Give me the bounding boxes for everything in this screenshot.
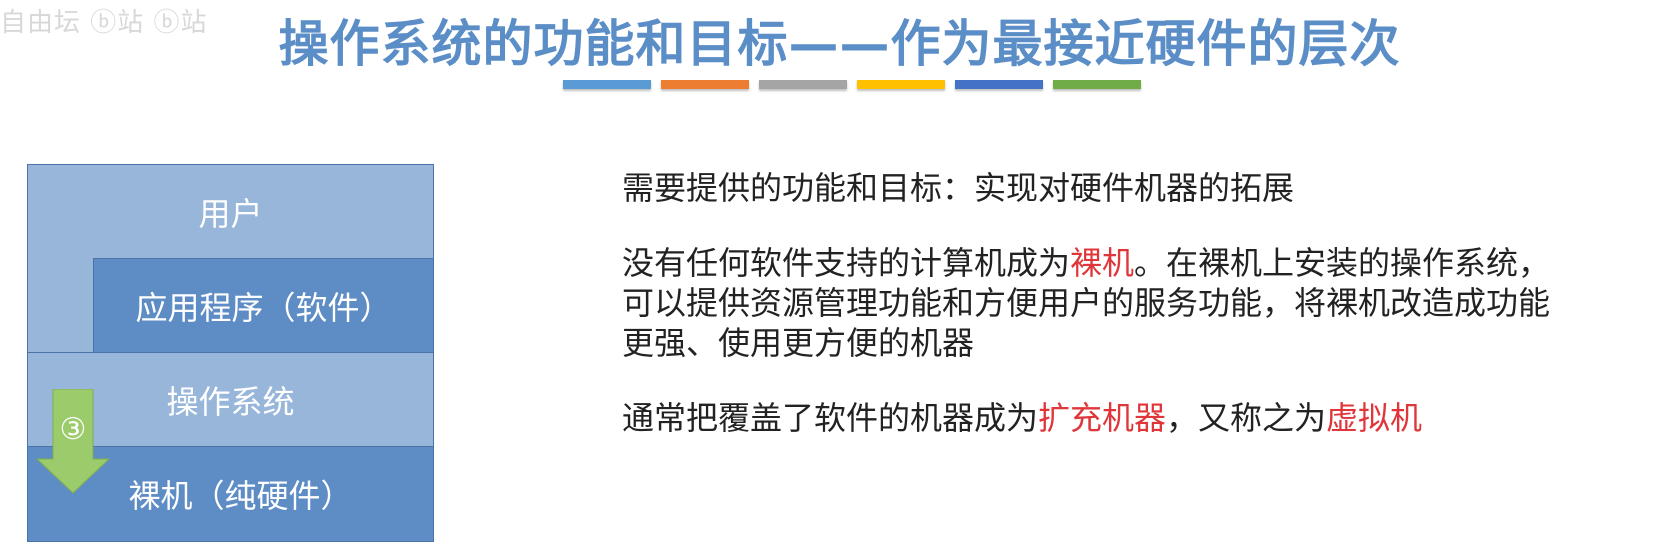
paragraph-goal: 需要提供的功能和目标：实现对硬件机器的拓展 <box>622 169 1295 207</box>
title-underline-bars <box>563 80 1141 89</box>
p3-text-a: 通常把覆盖了软件的机器成为 <box>622 399 1039 437</box>
underline-bar-5 <box>955 80 1043 89</box>
underline-bar-1 <box>563 80 651 89</box>
layer-diagram: 用户 应用程序（软件） 操作系统 裸机（纯硬件） ③ <box>27 164 434 542</box>
down-arrow-icon: ③ <box>35 389 111 494</box>
layer-app: 应用程序（软件） <box>93 258 434 353</box>
paragraph-bare-machine: 没有任何软件支持的计算机成为裸机。在裸机上安装的操作系统， 可以提供资源管理功能… <box>622 243 1679 363</box>
p2-text-b: 。在裸机上安装的操作系统， <box>1134 244 1551 282</box>
layer-user-side <box>27 258 94 353</box>
underline-bar-2 <box>661 80 749 89</box>
p3-text-b: ，又称之为 <box>1166 399 1327 437</box>
underline-bar-4 <box>857 80 945 89</box>
p2-highlight-bare-machine: 裸机 <box>1070 244 1135 282</box>
slide-title: 操作系统的功能和目标——作为最接近硬件的层次 <box>278 15 1401 73</box>
layer-os-label: 操作系统 <box>166 382 295 421</box>
content-text: 需要提供的功能和目标：实现对硬件机器的拓展 没有任何软件支持的计算机成为裸机。在… <box>622 168 1679 473</box>
p2-line-3: 更强、使用更方便的机器 <box>622 324 975 362</box>
arrow-label: ③ <box>60 412 87 447</box>
layer-app-label: 应用程序（软件） <box>135 288 392 327</box>
paragraph-virtual-machine: 通常把覆盖了软件的机器成为扩充机器，又称之为虚拟机 <box>622 398 1679 438</box>
underline-bar-6 <box>1053 80 1141 89</box>
layer-user: 用户 <box>27 164 434 259</box>
layer-user-label: 用户 <box>198 194 263 233</box>
p2-text-a: 没有任何软件支持的计算机成为 <box>622 244 1071 282</box>
p3-highlight-extended-machine: 扩充机器 <box>1038 399 1167 437</box>
layer-hardware-label: 裸机（纯硬件） <box>128 477 353 515</box>
p3-highlight-virtual-machine: 虚拟机 <box>1326 399 1423 437</box>
p2-line-2: 可以提供资源管理功能和方便用户的服务功能，将裸机改造成功能 <box>622 284 1551 322</box>
underline-bar-3 <box>759 80 847 89</box>
